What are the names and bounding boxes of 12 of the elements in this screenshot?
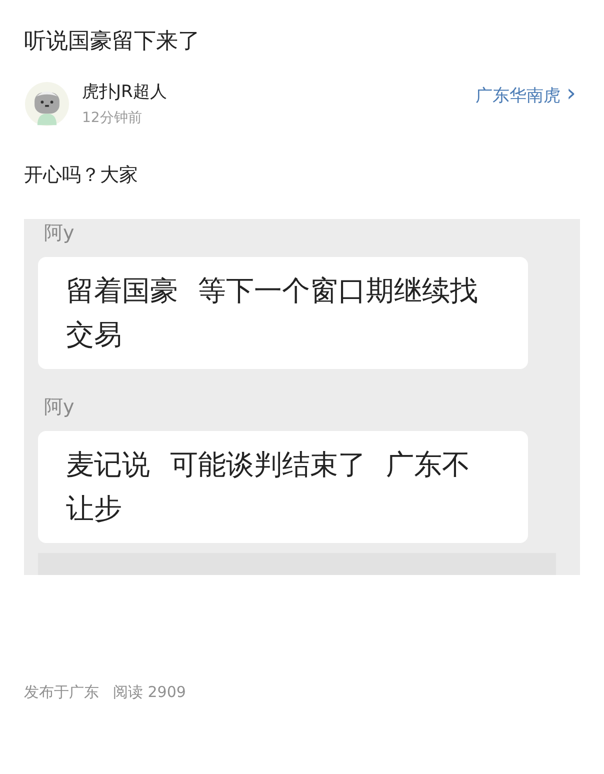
post-time: 12分钟前 (82, 109, 143, 127)
forum-link[interactable]: 广东华南虎 › (475, 84, 576, 107)
post-location: 发布于广东 (24, 683, 99, 702)
chat-bubble: 留着国豪 等下一个窗口期继续找交易 (38, 257, 528, 369)
sender-name: 阿y (44, 395, 74, 419)
chat-bubble: 麦记说 可能谈判结束了 广东不让步 (38, 431, 528, 543)
post-title: 听说国豪留下来了 (24, 28, 201, 56)
sender-name: 阿y (44, 221, 74, 245)
avatar-icon[interactable] (24, 80, 70, 126)
author-name[interactable]: 虎扑JR超人 (82, 80, 464, 103)
read-count: 阅读 2909 (113, 683, 186, 702)
post-body: 开心吗？大家 (24, 163, 139, 188)
